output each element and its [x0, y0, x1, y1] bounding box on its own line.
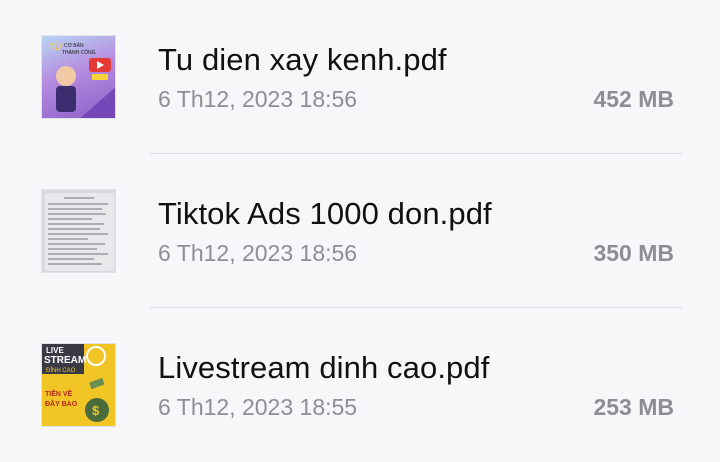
- file-date: 6 Th12, 2023 18:56: [158, 86, 358, 112]
- file-row-tu-dien-xay-kenh[interactable]: TỪ CƠ BẢN THÀNH CÔNG Tu dien xay kenh.pd…: [0, 0, 720, 154]
- cover-mark-1: TỪ: [49, 41, 62, 52]
- file-date: 6 Th12, 2023 18:55: [158, 394, 358, 420]
- livestream-cover-thumbnail-icon: LIVE STREAM ĐỈNH CAO TIỀN VỀ ĐẦY BAO $: [42, 344, 109, 422]
- cover-text-4: TIỀN VỀ: [45, 388, 73, 398]
- cover-text-2: STREAM: [44, 355, 86, 366]
- banknote-icon: [89, 377, 105, 390]
- file-row-tiktok-ads[interactable]: Tiktok Ads 1000 don.pdf 6 Th12, 2023 18:…: [0, 154, 720, 308]
- file-name: Tu dien xay kenh.pdf: [158, 42, 447, 77]
- stairs-shape: [80, 87, 115, 118]
- file-date: 6 Th12, 2023 18:56: [158, 240, 358, 266]
- cover-text-1: CƠ BẢN: [64, 42, 84, 49]
- cover-text-5: ĐẦY BAO: [45, 398, 78, 408]
- cover-text-2: THÀNH CÔNG: [62, 49, 96, 56]
- file-row-livestream-dinh-cao[interactable]: LIVE STREAM ĐỈNH CAO TIỀN VỀ ĐẦY BAO $ L…: [0, 308, 720, 462]
- person-face-icon: [56, 66, 76, 86]
- youtube-cover-thumbnail-icon: TỪ CƠ BẢN THÀNH CÔNG: [49, 41, 115, 118]
- person-body-icon: [56, 86, 76, 112]
- phone-ring-icon: [86, 346, 106, 366]
- file-name: Tiktok Ads 1000 don.pdf: [158, 196, 492, 231]
- cover-text-3: ĐỈNH CAO: [46, 367, 76, 374]
- cover-text-1: LIVE: [46, 346, 64, 355]
- file-size: 350 MB: [593, 240, 674, 266]
- pdf-thumbnail: [41, 189, 116, 273]
- pdf-thumbnail: TỪ CƠ BẢN THÀNH CÔNG: [41, 35, 116, 119]
- trophy-icon: [92, 74, 108, 80]
- file-size: 452 MB: [593, 86, 674, 112]
- file-size: 253 MB: [593, 394, 674, 420]
- file-name: Livestream dinh cao.pdf: [158, 350, 490, 385]
- document-page-thumbnail-icon: [45, 193, 114, 271]
- pdf-thumbnail: LIVE STREAM ĐỈNH CAO TIỀN VỀ ĐẦY BAO $: [41, 343, 116, 427]
- file-list: TỪ CƠ BẢN THÀNH CÔNG Tu dien xay kenh.pd…: [0, 0, 720, 456]
- dollar-sign-icon: $: [92, 403, 100, 418]
